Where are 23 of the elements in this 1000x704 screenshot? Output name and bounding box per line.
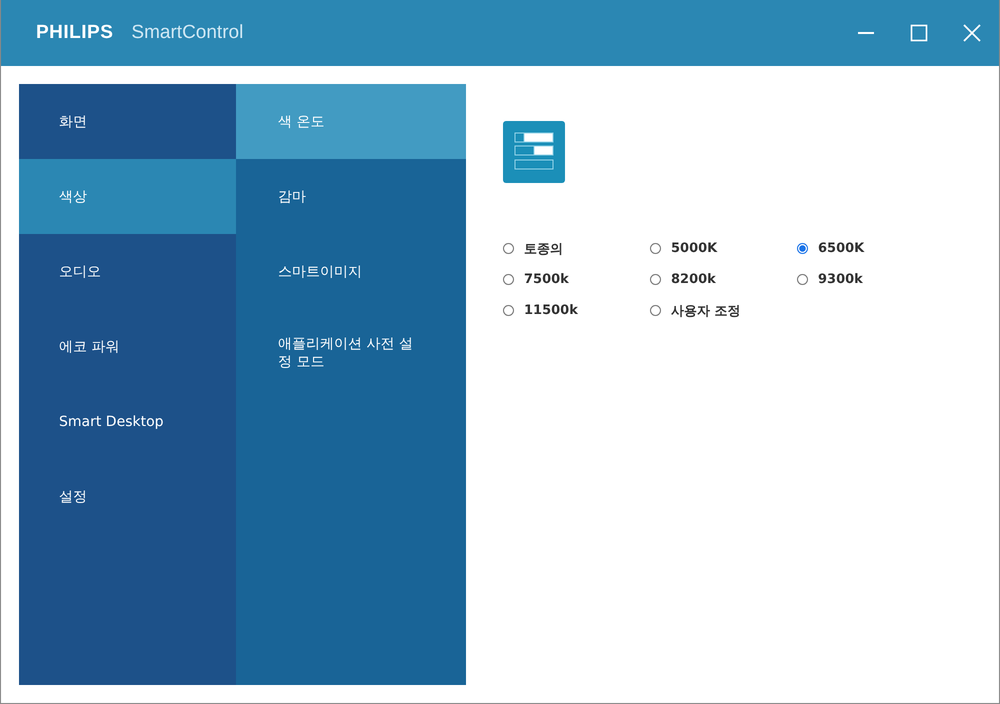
minimize-icon: [857, 32, 875, 34]
sliders-icon: [503, 121, 565, 183]
submenu-item[interactable]: 감마: [236, 159, 466, 234]
close-icon: [963, 24, 981, 42]
radio-option[interactable]: 7500k: [503, 270, 650, 289]
radio-option[interactable]: 8200k: [650, 270, 797, 289]
menu-item[interactable]: Smart Desktop: [19, 384, 236, 459]
menu-item[interactable]: 색상: [19, 159, 236, 234]
radio-option[interactable]: 9300k: [797, 270, 944, 289]
radio-option[interactable]: 사용자 조정: [650, 301, 797, 320]
radio-option[interactable]: 토종의: [503, 239, 650, 258]
radio-option[interactable]: 11500k: [503, 301, 650, 320]
menu-item[interactable]: 오디오: [19, 234, 236, 309]
submenu-item[interactable]: 애플리케이션 사전 설정 모드: [236, 309, 466, 384]
submenu-item[interactable]: 스마트이미지: [236, 234, 466, 309]
menu-item[interactable]: 에코 파워: [19, 309, 236, 384]
window-title: SmartControl: [131, 22, 244, 44]
brand-logo: PHILIPS: [36, 22, 114, 44]
maximize-icon: [910, 24, 928, 42]
menu-item[interactable]: 설정: [19, 459, 236, 534]
menu-item[interactable]: 화면: [19, 84, 236, 159]
radio-option[interactable]: 5000K: [650, 239, 797, 258]
radio-option[interactable]: 6500K: [797, 239, 944, 258]
